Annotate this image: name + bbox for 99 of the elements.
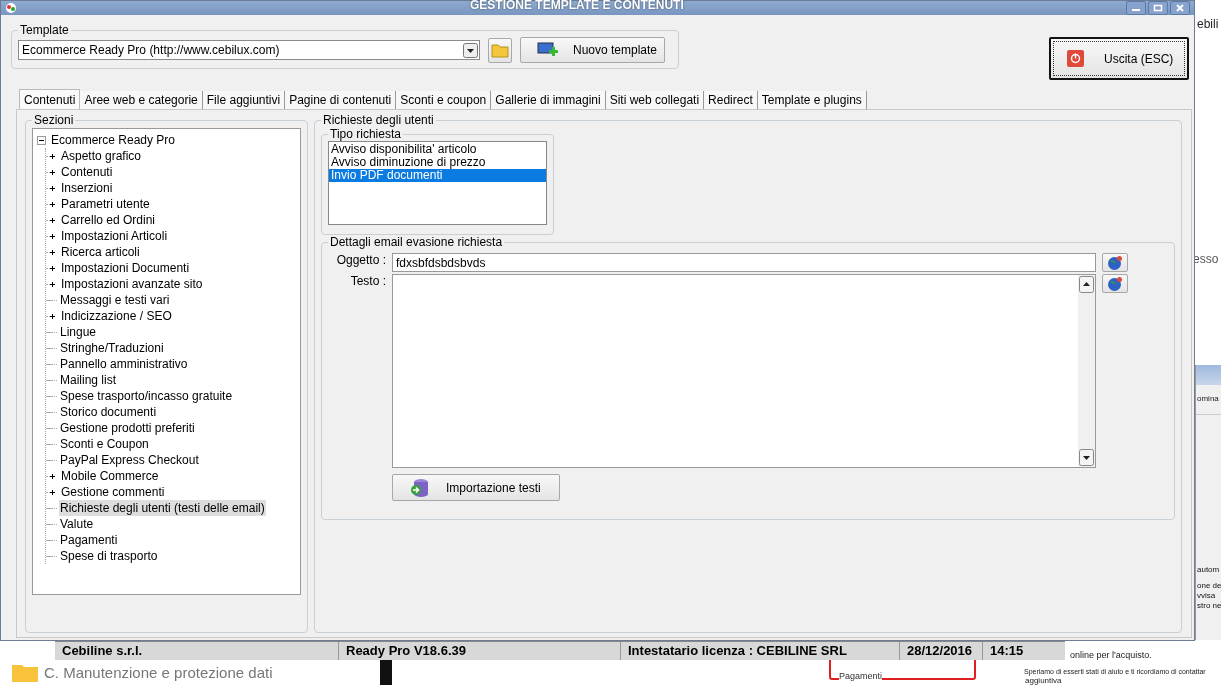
template-dropdown[interactable]: Ecommerce Ready Pro (http://www.cebilux.com) xyxy=(18,40,480,60)
tree-item[interactable]: Indicizzazione / SEO xyxy=(60,308,173,324)
expand-icon[interactable] xyxy=(48,151,57,161)
list-item: Pagamenti xyxy=(839,672,883,681)
tree-item[interactable]: Storico documenti xyxy=(59,404,158,420)
tree-item[interactable]: Pagamenti xyxy=(59,532,119,548)
scroll-up-icon[interactable] xyxy=(1079,276,1094,293)
subject-field[interactable]: fdxsbfdsbdsbvds xyxy=(392,253,1096,272)
list-item[interactable]: Avviso disponibilita' articolo xyxy=(329,143,546,156)
tree-item[interactable]: Mobile Commerce xyxy=(60,468,160,484)
expand-icon[interactable] xyxy=(48,247,57,257)
expand-icon[interactable] xyxy=(48,263,57,273)
tree-item[interactable]: Aspetto grafico xyxy=(60,148,143,164)
expand-icon[interactable] xyxy=(48,231,57,241)
tree-item[interactable]: Sconti e Coupon xyxy=(59,436,150,452)
expand-icon[interactable] xyxy=(48,199,57,209)
folder-icon xyxy=(491,42,509,58)
tree-item[interactable]: Impostazioni Articoli xyxy=(60,228,169,244)
window-title: GESTIONE TEMPLATE E CONTENUTI xyxy=(470,0,684,12)
exit-button[interactable]: Uscita (ESC) xyxy=(1049,37,1189,80)
window-text: stro ne xyxy=(1196,601,1221,611)
status-text: Ready Pro V18.6.39 xyxy=(339,642,621,660)
tab[interactable]: Redirect xyxy=(704,91,758,109)
app-icon xyxy=(5,3,17,13)
list-item[interactable]: Avviso diminuzione di prezzo xyxy=(329,156,546,169)
field-label: Testo : xyxy=(349,274,386,288)
expand-icon[interactable] xyxy=(48,279,57,289)
globe-button[interactable] xyxy=(1102,253,1128,272)
tab[interactable]: Siti web collegati xyxy=(605,91,705,109)
tree-item[interactable]: Gestione prodotti preferiti xyxy=(59,420,196,436)
tree-item[interactable]: Stringhe/Traduzioni xyxy=(59,340,165,356)
tab[interactable]: Aree web e categorie xyxy=(80,91,203,109)
globe-icon xyxy=(1107,275,1123,292)
window-edge xyxy=(380,659,392,685)
window-text: vvisa xyxy=(1196,591,1217,601)
globe-icon xyxy=(1107,254,1123,271)
group-label: Tipo richiesta xyxy=(329,127,402,141)
maximize-button[interactable] xyxy=(1148,1,1168,15)
tree-item[interactable]: Messaggi e testi vari xyxy=(59,292,171,308)
tree-item[interactable]: Richieste degli utenti (testi delle email) xyxy=(59,500,266,516)
status-text: Intestatario licenza : CEBILINE SRL xyxy=(621,642,900,660)
tree-item[interactable]: Valute xyxy=(59,516,95,532)
scroll-down-icon[interactable] xyxy=(1079,449,1094,466)
tree-item[interactable]: Spese trasporto/incasso gratuite xyxy=(59,388,234,404)
group-label: Richieste degli utenti xyxy=(322,113,435,127)
title-bar xyxy=(1196,365,1221,385)
group-label: Sezioni xyxy=(33,113,75,127)
field-label: Oggetto : xyxy=(335,253,386,267)
status-text: 28/12/2016 xyxy=(900,642,983,660)
scrollbar[interactable] xyxy=(1078,275,1095,467)
group-label: Template xyxy=(19,23,70,37)
tree-item[interactable]: Inserzioni xyxy=(60,180,114,196)
status-text: Cebiline s.r.l. xyxy=(55,642,339,660)
expand-icon[interactable] xyxy=(48,215,57,225)
close-icon xyxy=(1175,4,1185,12)
tab[interactable]: Contenuti xyxy=(19,89,81,109)
message-text: online per l'acquisto. xyxy=(1070,650,1152,660)
expand-icon[interactable] xyxy=(48,167,57,177)
tree-item[interactable]: Parametri utente xyxy=(60,196,151,212)
tab[interactable]: File aggiuntivi xyxy=(202,91,286,109)
tree-item[interactable]: Ricerca articoli xyxy=(60,244,141,260)
tree-item[interactable]: Impostazioni avanzate sito xyxy=(60,276,204,292)
tab[interactable]: Pagine di contenuti xyxy=(285,91,397,109)
tree-item[interactable]: Carrello ed Ordini xyxy=(60,212,157,228)
group-label: Dettagli email evasione richiesta xyxy=(329,235,504,249)
tree-item[interactable]: Contenuti xyxy=(60,164,114,180)
tree-item[interactable]: Mailing list xyxy=(59,372,117,388)
tree-item[interactable]: Ecommerce Ready Pro xyxy=(50,132,177,148)
expand-icon[interactable] xyxy=(48,311,57,321)
globe-button[interactable] xyxy=(1102,274,1128,293)
tab[interactable]: Sconti e coupon xyxy=(396,91,492,109)
tab[interactable]: Template e plugins xyxy=(757,91,867,109)
close-button[interactable] xyxy=(1170,1,1190,15)
tree-item[interactable]: Pannello amministrativo xyxy=(59,356,189,372)
expand-icon[interactable] xyxy=(48,471,57,481)
message-text: aggiuntiva xyxy=(1025,676,1062,685)
maximize-icon xyxy=(1153,4,1163,12)
tree-item[interactable]: Spese di trasporto xyxy=(59,548,159,564)
status-text: 14:15 xyxy=(989,642,1025,660)
database-icon xyxy=(410,477,430,498)
new-template-button[interactable]: Nuovo template xyxy=(520,37,665,63)
list-item[interactable]: Invio PDF documenti xyxy=(329,169,546,182)
folder-label[interactable]: C. Manutenzione e protezione dati xyxy=(44,663,273,681)
window-text: one de xyxy=(1196,581,1221,591)
window-text: ebili xyxy=(1197,17,1219,31)
expand-icon[interactable] xyxy=(48,487,57,497)
tab[interactable]: Gallerie di immagini xyxy=(491,91,606,109)
tree-item[interactable]: Lingue xyxy=(59,324,98,340)
monitor-plus-icon xyxy=(537,41,559,59)
tree-item[interactable]: PayPal Express Checkout xyxy=(59,452,200,468)
tree-item[interactable]: Impostazioni Documenti xyxy=(60,260,191,276)
expand-icon[interactable] xyxy=(48,183,57,193)
power-icon xyxy=(1067,50,1084,67)
minimize-button[interactable] xyxy=(1126,1,1146,15)
tab-label: omina xyxy=(1196,385,1221,415)
window-text: autom xyxy=(1196,565,1221,575)
folder-icon xyxy=(12,662,38,682)
import-texts-button[interactable]: Importazione testi xyxy=(392,474,560,501)
tree-item[interactable]: Gestione commenti xyxy=(60,484,166,500)
